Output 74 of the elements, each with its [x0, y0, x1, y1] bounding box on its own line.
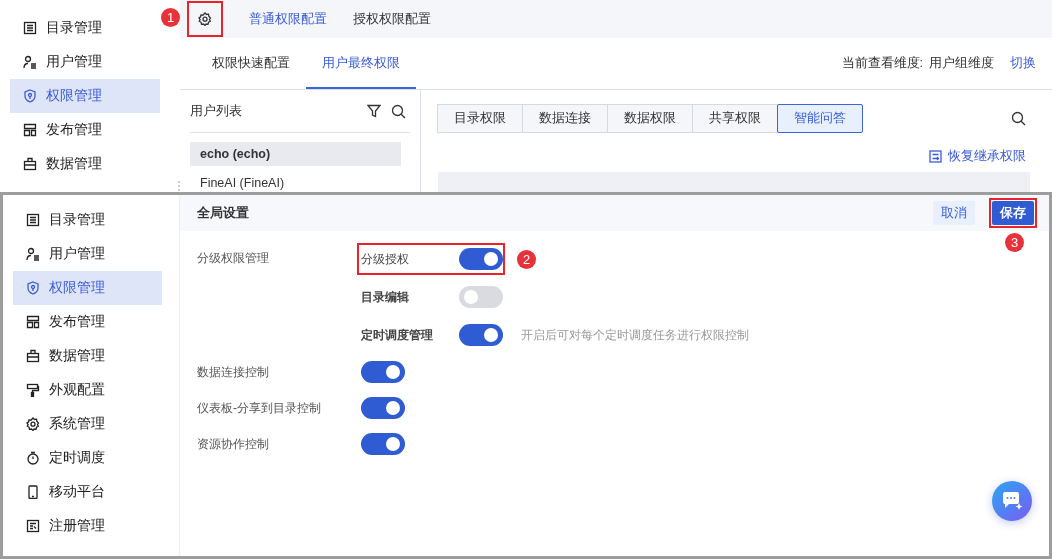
- briefcase-icon: [26, 349, 40, 363]
- roller-icon: [26, 383, 40, 397]
- sidebar-item[interactable]: 定时调度: [13, 441, 162, 475]
- user-item[interactable]: FineAI (FineAI): [190, 171, 401, 192]
- sidebar-item[interactable]: 系统管理: [13, 407, 162, 441]
- phone-icon: [26, 485, 40, 499]
- save-button[interactable]: 保存: [992, 201, 1034, 225]
- shield-icon: [26, 281, 40, 295]
- user-icon: [26, 247, 40, 261]
- setting-label: 定时调度管理: [361, 326, 434, 344]
- list-icon: [23, 21, 37, 35]
- sidebar-item[interactable]: 发布管理: [10, 113, 160, 147]
- step-badge: 3: [1005, 233, 1024, 252]
- cancel-button[interactable]: 取消: [933, 201, 975, 225]
- tab[interactable]: 目录权限: [437, 104, 523, 133]
- tab[interactable]: 智能问答: [777, 104, 863, 133]
- restore-link[interactable]: 恢复继承权限: [929, 148, 1026, 165]
- toggle-switch[interactable]: [361, 433, 405, 455]
- setting-label: 仪表板-分享到目录控制: [197, 399, 322, 417]
- panel-title: 用户列表: [190, 102, 242, 120]
- setting-label: 数据连接控制: [197, 363, 270, 381]
- step-badge: 1: [161, 8, 180, 27]
- layout-icon: [26, 315, 40, 329]
- settings-icon: [26, 417, 40, 431]
- setting-label: 目录编辑: [361, 288, 410, 306]
- toggle-switch[interactable]: [459, 286, 503, 308]
- settings-icon: [198, 12, 212, 26]
- sidebar-item[interactable]: 用户管理: [10, 45, 160, 79]
- chat-icon: [1001, 491, 1023, 511]
- hint-text: 开启后可对每个定时调度任务进行权限控制: [521, 326, 749, 344]
- setting-label: 分级授权: [361, 250, 410, 268]
- step-badge: 2: [517, 249, 536, 269]
- dimension-value: 用户组维度: [929, 55, 994, 72]
- sidebar-item[interactable]: 目录管理: [10, 11, 160, 45]
- sidebar-item[interactable]: 用户管理: [13, 237, 162, 271]
- briefcase-icon: [23, 157, 37, 171]
- sidebar-item[interactable]: 发布管理: [13, 305, 162, 339]
- sidebar-item[interactable]: 目录管理: [13, 203, 162, 237]
- setting-label: 分级权限管理: [197, 249, 270, 267]
- tab[interactable]: 数据权限: [607, 104, 693, 133]
- toggle-switch[interactable]: [361, 397, 405, 419]
- restore-icon: [929, 150, 942, 163]
- toggle-switch[interactable]: [459, 248, 503, 270]
- stopwatch-icon: [26, 451, 40, 465]
- switch-link[interactable]: 切换: [1010, 55, 1036, 72]
- setting-label: 资源协作控制: [197, 435, 270, 453]
- tab[interactable]: 授权权限配置: [353, 10, 431, 28]
- tab[interactable]: 权限快速配置: [196, 38, 306, 89]
- toggle-switch[interactable]: [459, 324, 503, 346]
- layout-icon: [23, 123, 37, 137]
- sidebar-item[interactable]: 外观配置: [13, 373, 162, 407]
- dimension-label: 当前查看维度:: [841, 55, 923, 72]
- form-icon: [26, 519, 40, 533]
- tab[interactable]: 数据连接: [522, 104, 608, 133]
- tab[interactable]: 普通权限配置: [249, 10, 327, 28]
- chat-assistant-button[interactable]: [992, 481, 1032, 521]
- sidebar-item[interactable]: 数据管理: [10, 147, 160, 181]
- sidebar-item[interactable]: 权限管理: [13, 271, 162, 305]
- user-icon: [23, 55, 37, 69]
- toggle-switch[interactable]: [361, 361, 405, 383]
- sidebar-item[interactable]: 注册管理: [13, 509, 162, 543]
- section-title: 全局设置: [197, 204, 249, 222]
- list-icon: [26, 213, 40, 227]
- drag-handle-icon: [178, 181, 182, 191]
- sidebar-item[interactable]: 移动平台: [13, 475, 162, 509]
- search-icon: [391, 103, 406, 119]
- tab[interactable]: 用户最终权限: [306, 38, 416, 89]
- filter-icon: [367, 104, 381, 118]
- search-icon: [1011, 111, 1026, 126]
- sidebar-item[interactable]: 权限管理: [10, 79, 160, 113]
- shield-icon: [23, 89, 37, 103]
- tab[interactable]: 共享权限: [692, 104, 778, 133]
- user-item[interactable]: echo (echo): [190, 142, 401, 166]
- sidebar-item[interactable]: 数据管理: [13, 339, 162, 373]
